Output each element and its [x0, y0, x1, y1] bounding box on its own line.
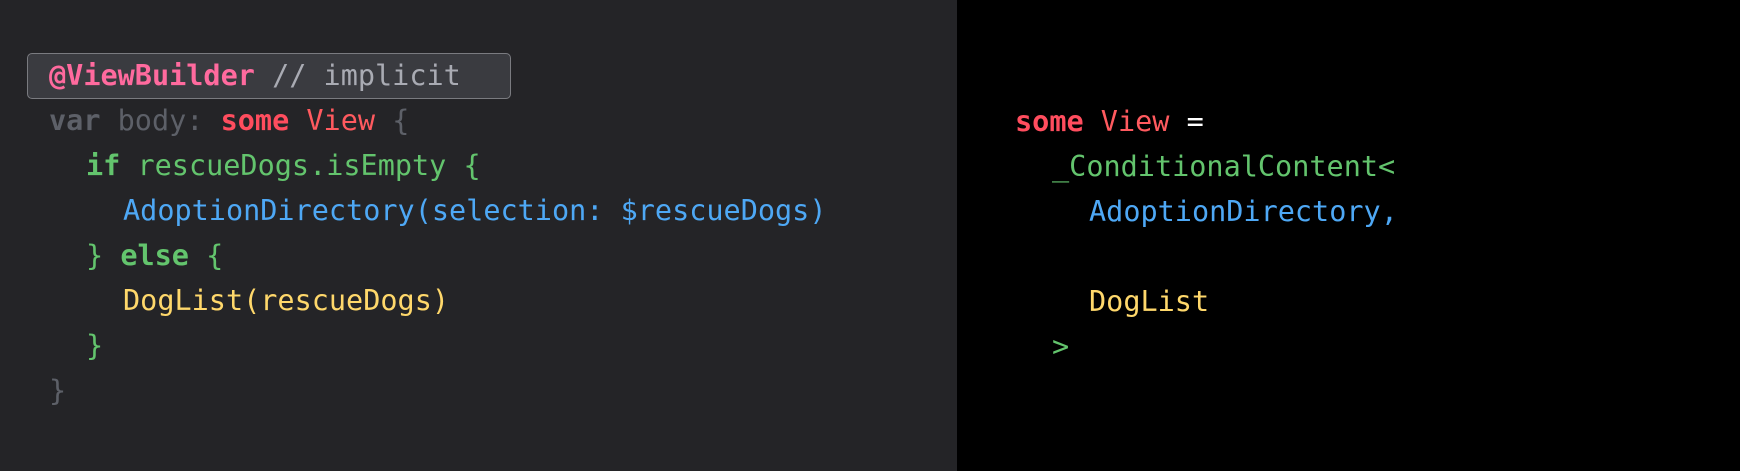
left_code-token: var: [49, 104, 101, 137]
right_code-token: View: [1083, 105, 1170, 138]
left_code-token: }: [49, 374, 67, 407]
right_code-token: _ConditionalContent<: [1052, 150, 1396, 183]
left_code-line: }: [49, 368, 66, 413]
right_code-line: DogList: [1089, 279, 1209, 324]
right_code-line: AdoptionDirectory,: [1089, 189, 1398, 234]
left_code-token: View: [289, 104, 376, 137]
left_code-line: }: [86, 323, 103, 368]
right_code-line: >: [1052, 324, 1069, 369]
left_code-line: } else {: [86, 233, 223, 278]
left_code-line: if rescueDogs.isEmpty {: [86, 143, 481, 188]
left_code-token: else: [120, 239, 189, 272]
right_code-token: AdoptionDirectory,: [1089, 195, 1398, 228]
left-code-panel: @ViewBuilder // implicit var body: some V…: [0, 0, 957, 471]
left_code-token: }: [86, 239, 121, 272]
left_code-token: some: [220, 104, 290, 137]
left_code-token: {: [188, 239, 224, 272]
right_code-line: some View =: [1015, 99, 1204, 144]
left_code-line: @ViewBuilder // implicit: [49, 53, 461, 98]
right_code-line: _ConditionalContent<: [1052, 144, 1395, 189]
right_code-token: =: [1169, 105, 1204, 138]
left_code-token: rescueDogs.isEmpty {: [120, 149, 481, 182]
right_code-token: some: [1015, 105, 1084, 138]
left_code-token: body:: [100, 104, 221, 137]
left_code-token: DogList(rescueDogs): [123, 284, 450, 317]
right-type-panel: some View = _ConditionalContent< AdoptionD…: [957, 0, 1740, 471]
left_code-token: if: [86, 149, 121, 182]
right_code-token: DogList: [1089, 285, 1210, 318]
left_code-token: AdoptionDirectory(selection: $rescueDogs…: [123, 194, 827, 227]
left_code-token: // implicit: [254, 59, 461, 92]
left_code-token: }: [86, 329, 104, 362]
left_code-line: DogList(rescueDogs): [123, 278, 449, 323]
left_code-token: {: [375, 104, 410, 137]
right_code-token: >: [1052, 330, 1070, 363]
left_code-line: AdoptionDirectory(selection: $rescueDogs…: [123, 188, 827, 233]
left_code-line: var body: some View {: [49, 98, 409, 143]
left_code-token: @ViewBuilder: [49, 59, 255, 92]
